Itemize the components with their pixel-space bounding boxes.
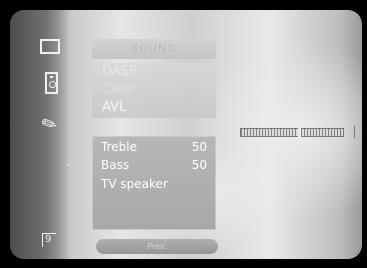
input-icon[interactable]: 9 [39,230,57,248]
menu-item-bass[interactable]: Bass [101,158,129,172]
sound-icon[interactable] [45,72,58,94]
input-icon-bar-vertical [42,233,43,247]
prev-button[interactable]: Prev. [96,239,218,254]
lower-menu-panel: Treble 50 Bass 50 TV speaker [92,136,216,230]
level-bar [240,128,344,137]
menu-item-clear[interactable]: Clear [102,83,136,97]
menu-title: SOUND [92,39,216,59]
tv-screen: ✎ 9 SOUND DASP Clear AVL Treble 50 Bass … [0,0,367,268]
menu-item-avl[interactable]: AVL [102,101,126,115]
menu-item-treble[interactable]: Treble [101,140,137,154]
menu-item-dasp[interactable]: DASP [102,65,137,79]
menu-item-bass-value: 50 [191,158,207,172]
menu-item-tv-speaker[interactable]: TV speaker [101,177,168,191]
menu-item-treble-value: 50 [191,140,207,154]
level-bar-marker [298,127,301,138]
osd-menu-frame: ✎ 9 SOUND DASP Clear AVL Treble 50 Bass … [10,10,362,259]
level-bar-end-tick [354,126,355,138]
input-icon-number: 9 [45,234,52,245]
upper-menu-panel: DASP Clear AVL [92,63,216,118]
picture-icon[interactable] [40,39,60,54]
dot-icon [67,164,69,166]
